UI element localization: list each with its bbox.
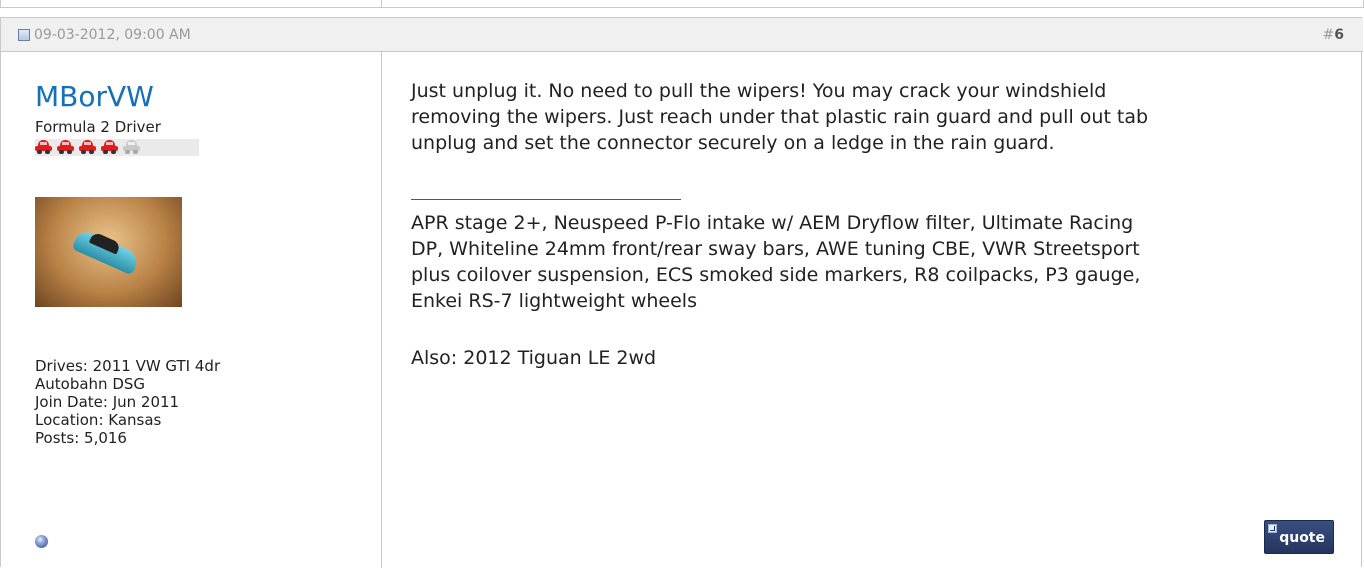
post-number-link[interactable]: #6 <box>1323 27 1344 43</box>
user-location: Location: Kansas <box>35 411 162 429</box>
post-icon <box>18 29 30 41</box>
user-title: Formula 2 Driver <box>35 118 161 136</box>
signature-line-3: plus coilover suspension, ECS smoked sid… <box>411 264 1141 286</box>
user-drives-line1: Drives: 2011 VW GTI 4dr <box>35 357 221 375</box>
post-content: Just unplug it. No need to pull the wipe… <box>411 52 1341 568</box>
avatar-car-shape <box>71 228 141 276</box>
message-line-2: removing the wipers. Just reach under th… <box>411 106 1149 128</box>
user-join-date: Join Date: Jun 2011 <box>35 393 180 411</box>
signature-divider <box>411 199 681 200</box>
signature-line-2: DP, Whiteline 24mm front/rear sway bars,… <box>411 238 1140 260</box>
reputation-car-filled-icon <box>79 140 96 154</box>
user-avatar[interactable] <box>35 197 182 307</box>
signature: APR stage 2+, Neuspeed P-Flo intake w/ A… <box>411 210 1331 314</box>
user-drives-line2: Autobahn DSG <box>35 375 146 393</box>
post-message: Just unplug it. No need to pull the wipe… <box>411 78 1331 156</box>
previous-post-divider <box>381 0 382 7</box>
quote-button[interactable]: quote <box>1264 520 1334 554</box>
post-date: 09-03-2012, 09:00 AM <box>34 27 191 43</box>
post-header: 09-03-2012, 09:00 AM #6 <box>1 18 1363 52</box>
quote-button-label: quote <box>1279 530 1325 546</box>
post-number-value: 6 <box>1334 27 1344 43</box>
user-details: Drives: 2011 VW GTI 4dr Autobahn DSG Joi… <box>35 357 220 447</box>
message-line-3: unplug and set the connector securely on… <box>411 132 1055 154</box>
user-info-column: MBorVW Formula 2 Driver Drives: 2011 VW … <box>1 52 382 568</box>
reputation-car-filled-icon <box>35 140 52 154</box>
offline-status-icon <box>35 535 48 548</box>
user-post-count: Posts: 5,016 <box>35 429 127 447</box>
reputation-car-empty-icon <box>123 140 140 154</box>
post-number-prefix: # <box>1322 27 1335 43</box>
username-link[interactable]: MBorVW <box>35 80 154 113</box>
quote-arrow-icon <box>1268 524 1277 533</box>
reputation-car-filled-icon <box>101 140 118 154</box>
signature-also: Also: 2012 Tiguan LE 2wd <box>411 347 657 369</box>
signature-line-1: APR stage 2+, Neuspeed P-Flo intake w/ A… <box>411 212 1134 234</box>
reputation-car-filled-icon <box>57 140 74 154</box>
previous-post-bottom <box>0 0 1364 8</box>
signature-line-4: Enkei RS-7 lightweight wheels <box>411 290 697 312</box>
reputation-bar <box>35 139 199 156</box>
message-line-1: Just unplug it. No need to pull the wipe… <box>411 80 1107 102</box>
forum-post: 09-03-2012, 09:00 AM #6 MBorVW Formula 2… <box>0 17 1363 568</box>
